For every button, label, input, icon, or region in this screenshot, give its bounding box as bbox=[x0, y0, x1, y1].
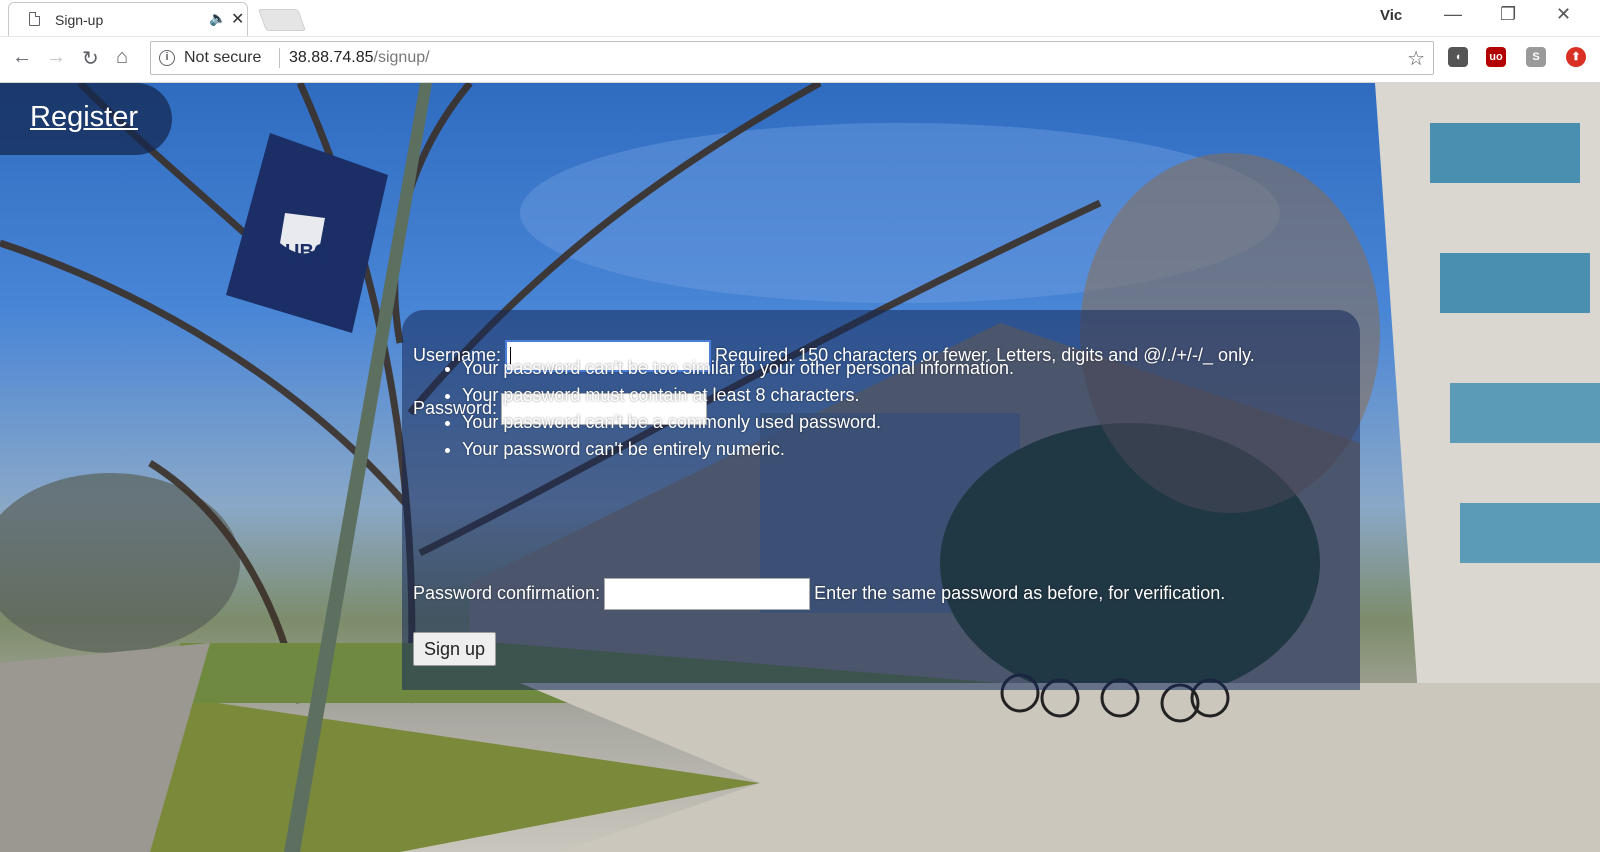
password-confirmation-input[interactable] bbox=[604, 578, 811, 610]
ublock-icon[interactable]: uo bbox=[1486, 47, 1506, 67]
page-background: UBC Register bbox=[0, 83, 1600, 852]
divider bbox=[279, 48, 280, 68]
home-icon[interactable]: ⌂ bbox=[116, 46, 128, 69]
browser-toolbar: ← → ↻ ⌂ i Not secure 38.88.74.85/signup/… bbox=[0, 37, 1600, 83]
reload-icon[interactable]: ↻ bbox=[82, 46, 99, 71]
forward-arrow-icon[interactable]: → bbox=[46, 46, 66, 69]
password-hints-list: Your password can't be too similar to yo… bbox=[442, 355, 1014, 463]
url-path: /signup/ bbox=[373, 49, 430, 66]
browser-tab-strip: Sign-up 🔈 ✕ Vic — ❐ ✕ bbox=[0, 0, 1600, 37]
browser-tab[interactable]: Sign-up 🔈 ✕ bbox=[8, 2, 248, 36]
register-banner: Register bbox=[0, 83, 172, 155]
password-confirmation-row: Password confirmation: Enter the same pas… bbox=[413, 578, 1225, 610]
register-link[interactable]: Register bbox=[30, 101, 138, 134]
password-hint: Your password can't be entirely numeric. bbox=[462, 436, 1014, 463]
confirm-help-text: Enter the same password as before, for v… bbox=[814, 582, 1226, 603]
password-hint: Your password must contain at least 8 ch… bbox=[462, 382, 1014, 409]
new-tab-button[interactable] bbox=[257, 9, 307, 31]
back-arrow-icon[interactable]: ← bbox=[12, 46, 32, 69]
address-bar[interactable]: i Not secure 38.88.74.85/signup/ ☆ bbox=[150, 41, 1434, 75]
pocket-icon[interactable]: ◖ bbox=[1448, 47, 1468, 67]
sign-up-button[interactable]: Sign up bbox=[413, 632, 497, 666]
url-text[interactable]: 38.88.74.85/signup/ bbox=[289, 49, 430, 67]
password-hint: Your password can't be a commonly used p… bbox=[462, 409, 1014, 436]
security-label[interactable]: Not secure bbox=[184, 49, 261, 67]
info-icon[interactable]: i bbox=[159, 50, 175, 66]
minimize-icon[interactable]: — bbox=[1444, 4, 1462, 25]
password-hint: Your password can't be too similar to yo… bbox=[462, 355, 1014, 382]
bookmark-star-icon[interactable]: ☆ bbox=[1407, 46, 1425, 71]
document-icon bbox=[29, 12, 40, 26]
url-host: 38.88.74.85 bbox=[289, 49, 374, 66]
speaker-icon[interactable]: 🔈 bbox=[209, 10, 226, 27]
tab-close-icon[interactable]: ✕ bbox=[231, 9, 244, 29]
update-arrow-icon[interactable]: ⬆ bbox=[1566, 47, 1586, 67]
restore-icon[interactable]: ❐ bbox=[1500, 4, 1516, 25]
tab-title: Sign-up bbox=[55, 12, 104, 28]
banner-logo: UBC bbox=[285, 241, 328, 263]
confirm-label: Password confirmation: bbox=[413, 582, 601, 603]
window-close-icon[interactable]: ✕ bbox=[1556, 4, 1571, 25]
extension-s-icon[interactable]: S bbox=[1526, 47, 1546, 67]
profile-name[interactable]: Vic bbox=[1380, 7, 1402, 24]
